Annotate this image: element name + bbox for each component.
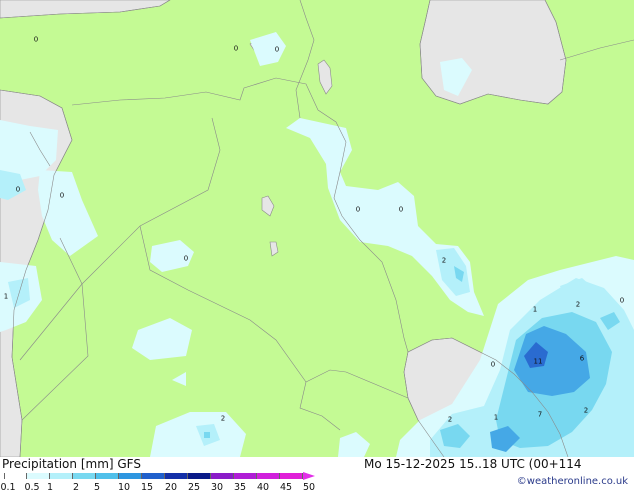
amount-label: 1	[532, 305, 538, 314]
precipitation-scale	[4, 472, 315, 480]
scale-tick-label: 40	[256, 482, 270, 493]
scale-swatch	[119, 473, 142, 479]
amount-label: 11	[533, 357, 543, 366]
caspian-sea	[419, 0, 567, 105]
scale-swatch	[50, 473, 73, 479]
scale-swatch	[96, 473, 119, 479]
amount-label: 0	[490, 360, 496, 369]
product-label: Precipitation [mm] GFS	[2, 457, 141, 471]
black-sea	[0, 0, 171, 19]
amount-label: 6	[579, 354, 585, 363]
scale-swatch	[257, 473, 280, 479]
scale-tick-label: 15	[140, 482, 154, 493]
amount-label: 2	[583, 406, 589, 415]
scale-tick-label: 0.1	[0, 482, 16, 493]
scale-tick-label: 0.5	[24, 482, 40, 493]
amount-label: 0	[355, 205, 361, 214]
scale-swatch	[234, 473, 257, 479]
map-footer: Precipitation [mm] GFS Mo 15-12-2025 15.…	[0, 457, 634, 493]
datetime-label: Mo 15-12-2025 15..18 UTC (00+114	[364, 457, 582, 471]
lake-razzaza	[269, 241, 279, 257]
scale-swatch	[142, 473, 165, 479]
amount-label: 0	[274, 45, 280, 54]
lake-urmia	[317, 59, 333, 95]
scale-arrow-icon	[303, 472, 315, 480]
scale-tick-label: 35	[233, 482, 247, 493]
amount-label: 2	[575, 300, 581, 309]
scale-tick-label: 5	[93, 482, 101, 493]
amount-label: 1	[3, 292, 9, 301]
scale-swatch	[188, 473, 211, 479]
scale-swatch	[73, 473, 96, 479]
lake-tharthar	[261, 195, 275, 217]
scale-tick-label: 20	[164, 482, 178, 493]
scale-swatch	[4, 473, 27, 479]
scale-tick-label: 10	[117, 482, 131, 493]
amount-label: 2	[447, 415, 453, 424]
amount-label: 0	[33, 35, 39, 44]
amount-label: 2	[441, 256, 447, 265]
amount-label: 0	[233, 44, 239, 53]
scale-tick-label: 30	[210, 482, 224, 493]
scale-tick-label: 45	[279, 482, 293, 493]
scale-swatch	[165, 473, 188, 479]
amount-label: 0	[15, 185, 21, 194]
scale-tick-label: 25	[187, 482, 201, 493]
amount-label: 2	[220, 414, 226, 423]
amount-label: 0	[183, 254, 189, 263]
scale-swatch	[280, 473, 303, 479]
scale-tick-label: 50	[302, 482, 316, 493]
scale-tick-label: 1	[46, 482, 54, 493]
amount-label: 0	[59, 191, 65, 200]
amount-label: 7	[537, 410, 543, 419]
amount-label: 0	[398, 205, 404, 214]
scale-swatch	[27, 473, 50, 479]
amount-label: 0	[619, 296, 625, 305]
map-canvas	[0, 0, 634, 457]
scale-tick-label: 2	[72, 482, 80, 493]
credit-label: ©weatheronline.co.uk	[516, 476, 628, 487]
scale-swatch	[211, 473, 234, 479]
amount-label: 1	[493, 413, 499, 422]
precipitation-map: 0 0 0 0 0 0 2 0 1 1 2 0 6 11 0 2 1 7 2 2 0	[0, 0, 634, 457]
